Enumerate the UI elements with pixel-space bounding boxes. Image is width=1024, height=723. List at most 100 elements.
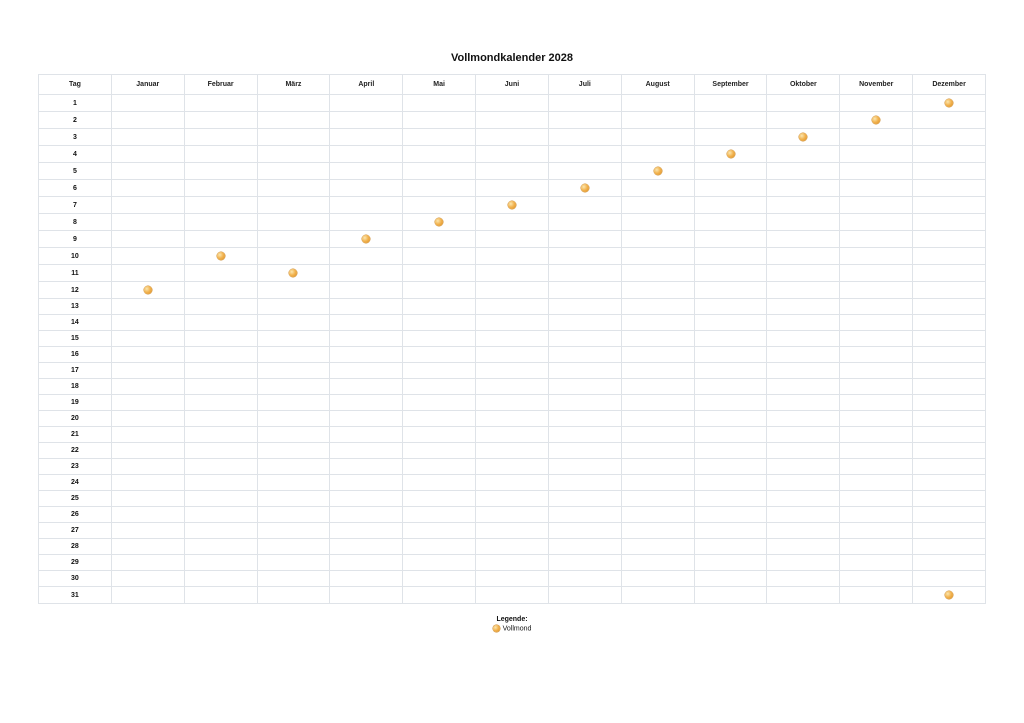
- full-moon-calendar-table: Tag Januar Februar März April Mai Juni J…: [38, 74, 986, 604]
- calendar-cell: [475, 554, 549, 571]
- page-title: Vollmondkalender 2028: [450, 52, 574, 64]
- calendar-cell: [693, 490, 768, 507]
- calendar-cell: [620, 281, 695, 299]
- calendar-cell: [402, 570, 477, 587]
- table-row: 25: [38, 490, 986, 507]
- calendar-cell: [183, 196, 258, 214]
- calendar-cell: [766, 145, 841, 163]
- calendar-cell: [766, 330, 841, 347]
- calendar-cell: [402, 458, 477, 475]
- calendar-cell: [912, 362, 986, 379]
- full-moon-icon: [799, 133, 808, 141]
- calendar-cell: [693, 426, 768, 443]
- calendar-cell: [766, 442, 841, 459]
- header-month: September: [693, 74, 768, 95]
- calendar-cell: [839, 330, 914, 347]
- header-month: April: [329, 74, 404, 95]
- calendar-cell: [547, 442, 622, 459]
- calendar-cell: [693, 314, 768, 331]
- calendar-cell: [329, 179, 404, 197]
- calendar-cell: [912, 554, 986, 571]
- calendar-cell: [256, 442, 331, 459]
- calendar-cell: [110, 378, 185, 395]
- calendar-cell: [766, 378, 841, 395]
- table-row: 29: [38, 554, 986, 571]
- calendar-cell: [693, 586, 768, 604]
- calendar-cell: [547, 458, 622, 475]
- calendar-cell: [620, 554, 695, 571]
- calendar-cell: [839, 179, 914, 197]
- calendar-cell: [110, 128, 185, 146]
- calendar-cell: [329, 264, 404, 282]
- calendar-cell: [256, 474, 331, 491]
- full-moon-icon: [580, 184, 589, 192]
- calendar-cell: [547, 298, 622, 315]
- calendar-cell: [183, 298, 258, 315]
- calendar-cell: [766, 362, 841, 379]
- calendar-cell: [329, 458, 404, 475]
- calendar-cell: [766, 281, 841, 299]
- table-row: 26: [38, 506, 986, 523]
- calendar-cell: [766, 94, 841, 112]
- calendar-cell: [329, 570, 404, 587]
- calendar-cell: [329, 474, 404, 491]
- calendar-cell: [547, 281, 622, 299]
- calendar-cell: [693, 264, 768, 282]
- calendar-cell: [402, 281, 477, 299]
- calendar-cell: [402, 264, 477, 282]
- calendar-cell: [620, 474, 695, 491]
- calendar-cell: [256, 179, 331, 197]
- calendar-cell: [693, 94, 768, 112]
- calendar-cell: [256, 264, 331, 282]
- calendar-cell: [256, 94, 331, 112]
- calendar-cell: [912, 230, 986, 248]
- calendar-cell: [475, 94, 549, 112]
- calendar-cell: [620, 458, 695, 475]
- calendar-cell: [693, 247, 768, 265]
- calendar-cell: [912, 506, 986, 523]
- calendar-cell: [256, 570, 331, 587]
- day-number: 26: [38, 506, 112, 523]
- calendar-cell: [256, 230, 331, 248]
- calendar-cell: [110, 506, 185, 523]
- day-number: 12: [38, 281, 112, 299]
- table-row: 27: [38, 522, 986, 539]
- calendar-cell: [256, 362, 331, 379]
- calendar-cell: [620, 538, 695, 555]
- calendar-cell: [547, 162, 622, 180]
- calendar-cell: [256, 314, 331, 331]
- calendar-cell: [547, 247, 622, 265]
- calendar-cell: [912, 298, 986, 315]
- calendar-cell: [693, 538, 768, 555]
- calendar-cell: [547, 378, 622, 395]
- day-number: 18: [38, 378, 112, 395]
- calendar-cell: [912, 474, 986, 491]
- calendar-cell: [620, 298, 695, 315]
- calendar-cell: [475, 522, 549, 539]
- day-number: 1: [38, 94, 112, 112]
- calendar-cell: [110, 490, 185, 507]
- day-number: 4: [38, 145, 112, 163]
- legend-title: Legende:: [496, 616, 528, 623]
- calendar-cell: [912, 522, 986, 539]
- calendar-cell: [547, 394, 622, 411]
- calendar-cell: [839, 442, 914, 459]
- calendar-cell: [693, 442, 768, 459]
- calendar-cell: [693, 378, 768, 395]
- calendar-cell: [547, 554, 622, 571]
- day-number: 3: [38, 128, 112, 146]
- full-moon-icon: [289, 269, 298, 277]
- calendar-cell: [256, 554, 331, 571]
- calendar-cell: [839, 538, 914, 555]
- calendar-cell: [620, 570, 695, 587]
- full-moon-icon: [507, 201, 516, 209]
- full-moon-icon: [653, 167, 662, 175]
- calendar-cell: [110, 247, 185, 265]
- calendar-cell: [766, 213, 841, 231]
- calendar-cell: [183, 145, 258, 163]
- calendar-cell: [620, 410, 695, 427]
- calendar-cell: [402, 410, 477, 427]
- calendar-cell: [912, 162, 986, 180]
- calendar-cell: [110, 362, 185, 379]
- full-moon-icon: [726, 150, 735, 158]
